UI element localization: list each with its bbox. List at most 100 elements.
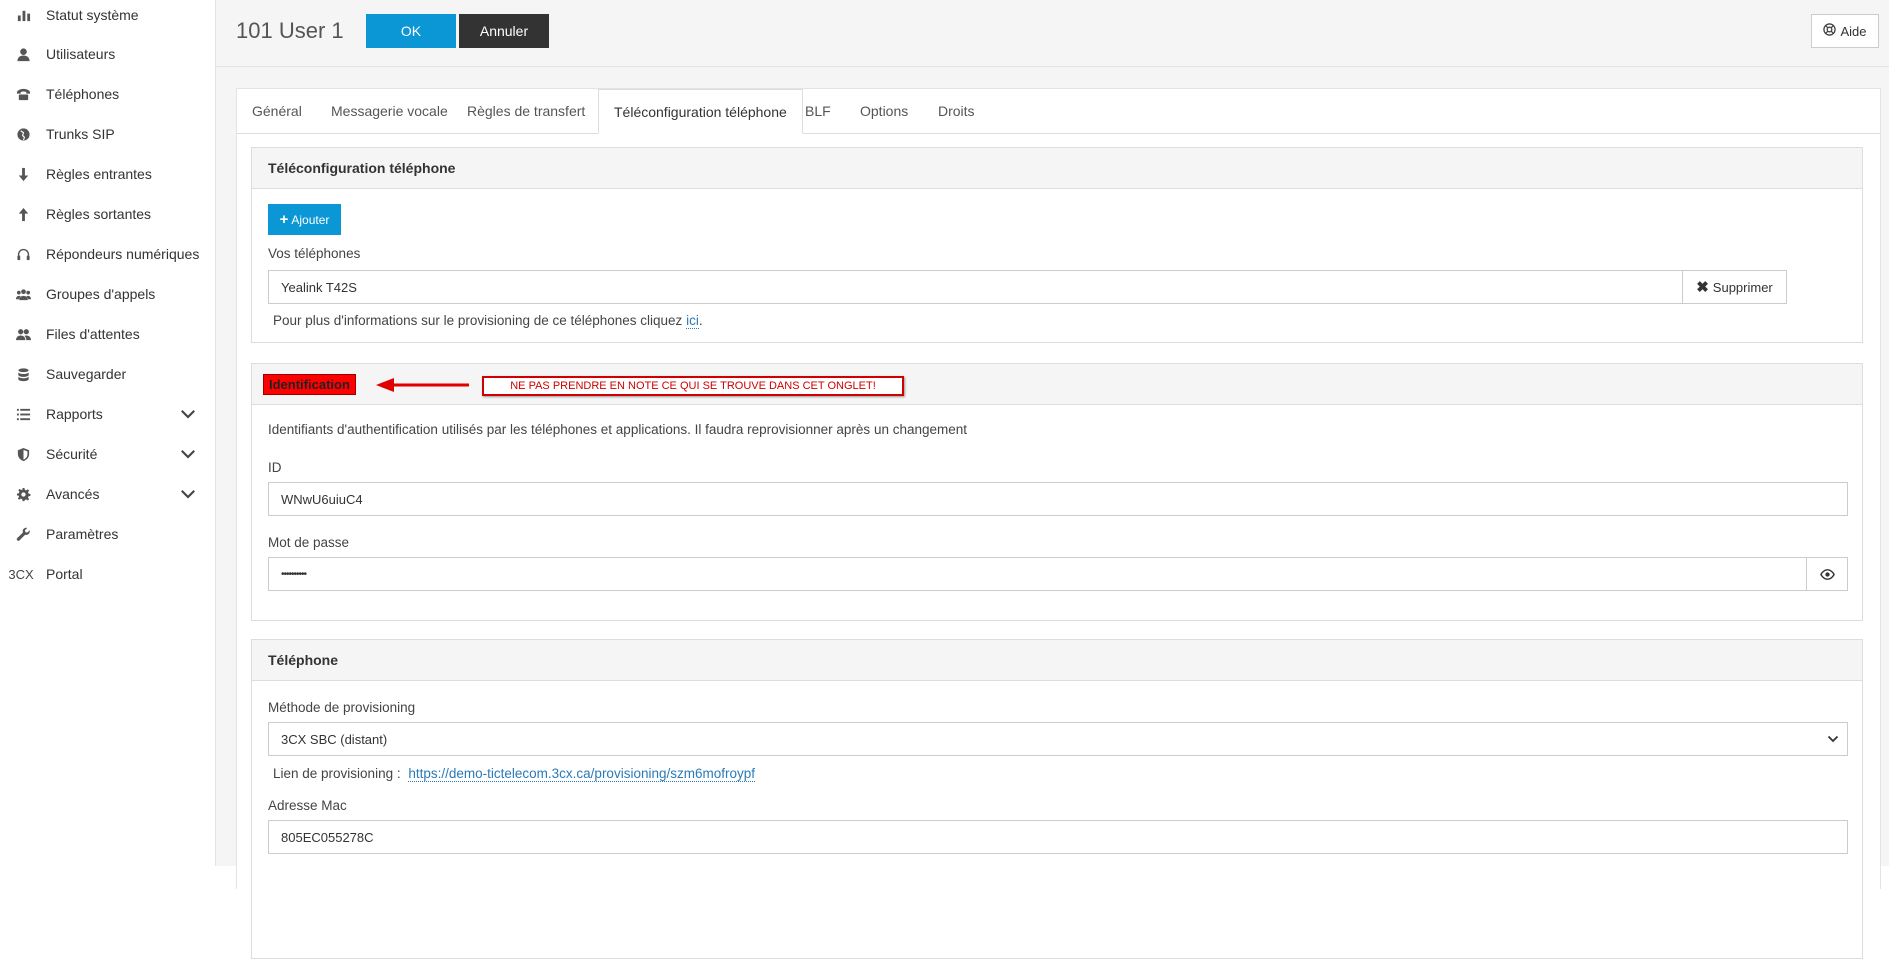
chevron-down-icon[interactable]	[181, 406, 195, 420]
provisioning-panel: Téléconfiguration téléphone + Ajouter Vo…	[251, 147, 1863, 343]
group-icon	[12, 287, 34, 302]
sidebar-item-label: Utilisateurs	[46, 46, 116, 62]
sidebar-item-regles-entrantes[interactable]: Règles entrantes	[0, 154, 215, 194]
provisioning-method-select[interactable]: 3CX SBC (distant)	[268, 722, 1848, 756]
close-icon: ✖	[1696, 279, 1709, 296]
sidebar-item-label: Avancés	[46, 486, 100, 502]
wrench-icon	[12, 527, 34, 542]
tab-bar: Général Messagerie vocale Règles de tran…	[237, 89, 1880, 134]
arrow-down-icon	[12, 167, 34, 182]
tab-teleconfiguration[interactable]: Téléconfiguration téléphone	[598, 89, 803, 134]
database-icon	[12, 367, 34, 382]
telephone-panel: Téléphone Méthode de provisioning 3CX SB…	[251, 639, 1863, 959]
chevron-down-icon	[1827, 733, 1839, 745]
arrow-up-icon	[12, 207, 34, 222]
password-label: Mot de passe	[268, 535, 350, 550]
tab-regles-transfert[interactable]: Règles de transfert	[452, 89, 600, 133]
mac-address-field[interactable]: 805EC055278C	[268, 820, 1848, 854]
sidebar-item-utilisateurs[interactable]: Utilisateurs	[0, 34, 215, 74]
panel-heading: Téléphone	[252, 640, 1862, 681]
sidebar-item-avances[interactable]: Avancés	[0, 474, 215, 514]
delete-label: Supprimer	[1712, 279, 1773, 295]
sidebar-item-label: Statut système	[46, 7, 139, 23]
sidebar-item-repondeurs-numeriques[interactable]: Répondeurs numériques	[0, 234, 215, 274]
chevron-down-icon[interactable]	[181, 486, 195, 500]
users-icon	[12, 327, 34, 342]
provisioning-link[interactable]: https://demo-tictelecom.3cx.ca/provision…	[408, 766, 755, 782]
sidebar-item-statut-systeme[interactable]: Statut système	[0, 0, 215, 35]
sidebar-item-portal[interactable]: 3CX Portal	[0, 554, 215, 594]
lifebuoy-icon	[1823, 23, 1837, 39]
user-edit-content: Général Messagerie vocale Règles de tran…	[236, 88, 1881, 959]
sidebar-item-label: Règles entrantes	[46, 166, 152, 182]
sidebar: Statut système Utilisateurs Téléphones T…	[0, 0, 216, 866]
sidebar-item-label: Trunks SIP	[46, 126, 115, 142]
sidebar-item-securite[interactable]: Sécurité	[0, 434, 215, 474]
cancel-button[interactable]: Annuler	[459, 14, 549, 48]
sidebar-item-rapports[interactable]: Rapports	[0, 394, 215, 434]
red-arrow-icon	[376, 378, 469, 392]
sidebar-item-groupes-appels[interactable]: Groupes d'appels	[0, 274, 215, 314]
sidebar-item-label: Portal	[46, 566, 83, 582]
panel-heading: Téléconfiguration téléphone	[252, 148, 1862, 189]
info-link[interactable]: ici	[686, 313, 699, 329]
sidebar-item-parametres[interactable]: Paramètres	[0, 514, 215, 554]
headset-icon	[12, 247, 34, 262]
method-value: 3CX SBC (distant)	[281, 731, 388, 747]
id-value: WNwU6uiuC4	[281, 491, 363, 507]
sidebar-item-sauvegarder[interactable]: Sauvegarder	[0, 354, 215, 394]
phones-label: Vos téléphones	[268, 246, 361, 261]
info-text: Pour plus d'informations sur le provisio…	[273, 313, 683, 328]
help-label: Aide	[1840, 23, 1867, 39]
phone-icon	[12, 87, 34, 102]
sidebar-item-label: Files d'attentes	[46, 326, 140, 342]
sidebar-item-label: Sécurité	[46, 446, 98, 462]
tab-blf[interactable]: BLF	[790, 89, 846, 133]
tab-options[interactable]: Options	[845, 89, 923, 133]
password-field[interactable]: ••••••••••	[268, 557, 1848, 591]
sidebar-item-label: Règles sortantes	[46, 206, 152, 222]
method-label: Méthode de provisioning	[268, 700, 416, 715]
sidebar-item-label: Rapports	[46, 406, 103, 422]
user-icon	[12, 47, 34, 62]
sidebar-item-regles-sortantes[interactable]: Règles sortantes	[0, 194, 215, 234]
phone-select-value: Yealink T42S	[281, 279, 357, 295]
tab-messagerie-vocale[interactable]: Messagerie vocale	[316, 89, 463, 133]
globe-icon	[12, 127, 34, 142]
sidebar-item-label: Sauvegarder	[46, 366, 127, 382]
phone-select[interactable]: Yealink T42S	[268, 270, 1743, 304]
identification-description: Identifiants d'authentification utilisés…	[268, 422, 968, 437]
plus-icon: +	[279, 210, 289, 228]
id-field[interactable]: WNwU6uiuC4	[268, 482, 1848, 516]
add-phone-button[interactable]: + Ajouter	[268, 204, 341, 235]
add-label: Ajouter	[291, 212, 330, 227]
identification-heading: Identification	[263, 374, 356, 395]
delete-phone-button[interactable]: ✖ Supprimer	[1682, 270, 1787, 304]
sidebar-item-label: Groupes d'appels	[46, 286, 156, 302]
identification-panel: Identification NE PAS PRENDRE EN NOTE CE…	[251, 363, 1863, 621]
page-title: 101 User 1	[236, 18, 344, 43]
eye-icon[interactable]	[1806, 558, 1847, 590]
sidebar-item-label: Téléphones	[46, 86, 120, 102]
list-icon	[12, 407, 34, 422]
tab-general[interactable]: Général	[237, 89, 317, 133]
ok-button[interactable]: OK	[366, 14, 456, 48]
sidebar-item-files-attentes[interactable]: Files d'attentes	[0, 314, 215, 354]
annotation-note: NE PAS PRENDRE EN NOTE CE QUI SE TROUVE …	[482, 376, 904, 396]
help-button[interactable]: Aide	[1811, 14, 1879, 48]
password-value: ••••••••••	[281, 568, 307, 580]
gear-icon	[12, 487, 34, 502]
mac-label: Adresse Mac	[268, 798, 347, 813]
chevron-down-icon[interactable]	[181, 446, 195, 460]
provisioning-info: Pour plus d'informations sur le provisio…	[273, 313, 703, 329]
shield-icon	[12, 447, 34, 462]
provisioning-link-row: Lien de provisioning : https://demo-tict…	[273, 766, 755, 782]
3cx-logo-icon: 3CX	[8, 566, 34, 582]
tab-droits[interactable]: Droits	[923, 89, 990, 133]
top-toolbar: 101 User 1 OK Annuler Aide	[216, 0, 1889, 67]
bar-chart-icon	[12, 8, 34, 23]
sidebar-item-label: Répondeurs numériques	[46, 246, 200, 262]
sidebar-item-telephones[interactable]: Téléphones	[0, 74, 215, 114]
id-label: ID	[268, 460, 282, 475]
sidebar-item-trunks-sip[interactable]: Trunks SIP	[0, 114, 215, 154]
